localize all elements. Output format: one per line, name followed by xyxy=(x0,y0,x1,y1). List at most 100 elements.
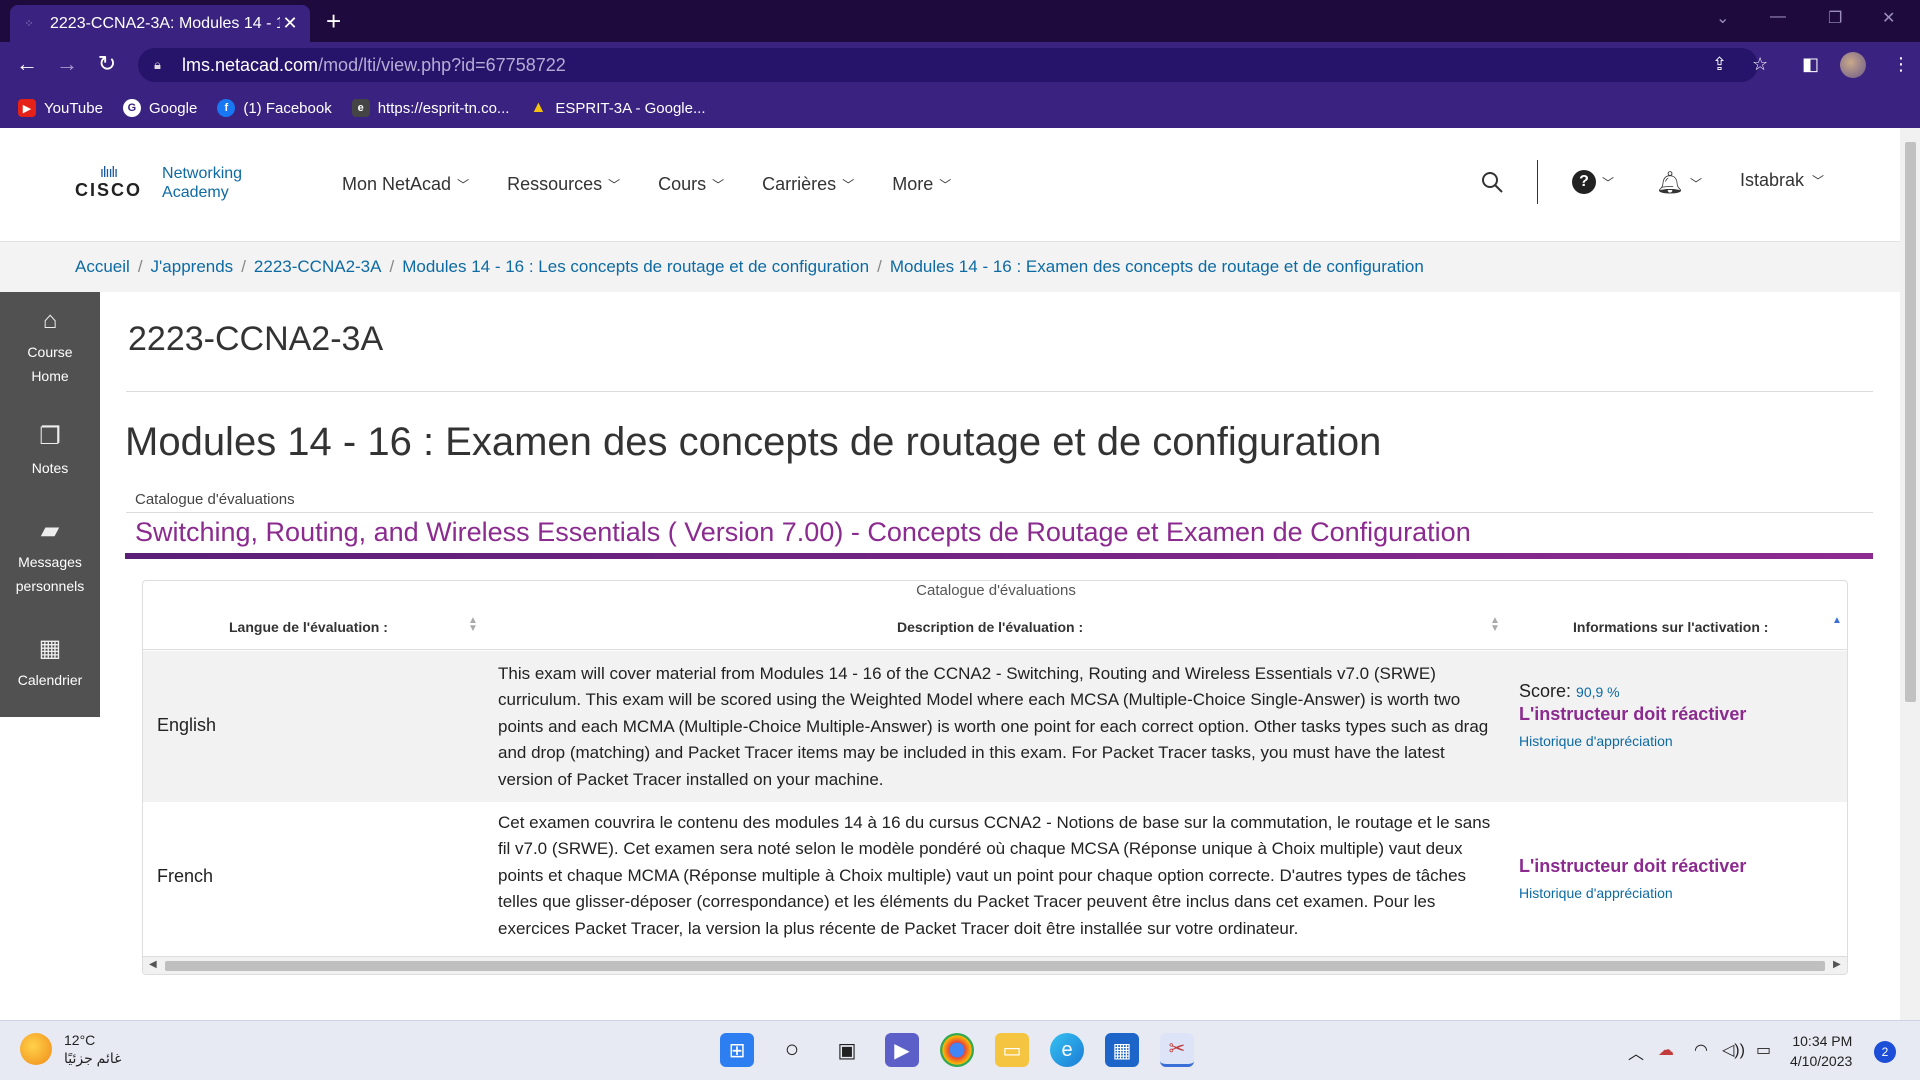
grading-history-link[interactable]: Historique d'appréciation xyxy=(1519,733,1746,749)
clock[interactable]: 10:34 PM 4/10/2023 xyxy=(1790,1031,1852,1071)
horizontal-scrollbar[interactable]: ◀ ▶ xyxy=(143,956,1847,974)
bookmarks-bar: ▶ YouTube G Google f (1) Facebook e http… xyxy=(0,88,1920,128)
tab-close-icon[interactable]: ✕ xyxy=(280,13,300,34)
divider xyxy=(126,512,1873,513)
cell-description: Cet examen couvrira le contenu des modul… xyxy=(498,813,1491,938)
bookmark-star-icon[interactable]: ☆ xyxy=(1752,54,1768,75)
nav-mon-netacad[interactable]: Mon NetAcad ﹀ xyxy=(342,174,469,195)
scrollbar-thumb[interactable] xyxy=(1905,142,1916,702)
sidebar-item-messages[interactable]: ▰ Messages personnels xyxy=(0,516,100,598)
file-explorer-icon[interactable]: ▭ xyxy=(995,1033,1029,1067)
breadcrumb-item[interactable]: J'apprends xyxy=(151,257,234,277)
scrollbar-thumb[interactable] xyxy=(165,961,1825,971)
store-icon[interactable]: ▦ xyxy=(1105,1033,1139,1067)
help-icon: ? xyxy=(1572,170,1596,194)
onedrive-icon[interactable]: ☁ xyxy=(1658,1040,1674,1060)
page-title: Modules 14 - 16 : Examen des concepts de… xyxy=(125,420,1382,464)
table-row: French Cet examen couvrira le contenu de… xyxy=(143,802,1847,954)
column-header-activation[interactable]: Informations sur l'activation : xyxy=(1573,619,1768,635)
table-row: English This exam will cover material fr… xyxy=(143,651,1847,802)
bookmark-label: Google xyxy=(148,99,198,117)
chat-icon[interactable]: ▶ xyxy=(885,1033,919,1067)
chrome-icon[interactable] xyxy=(940,1033,974,1067)
facebook-icon: f xyxy=(217,99,236,117)
volume-icon[interactable]: ◁)) xyxy=(1722,1040,1745,1060)
breadcrumb-item[interactable]: Modules 14 - 16 : Les concepts de routag… xyxy=(402,257,869,277)
notification-badge[interactable]: 2 xyxy=(1874,1041,1896,1063)
nav-ressources[interactable]: Ressources ﹀ xyxy=(507,174,620,195)
show-hidden-icons[interactable]: ︿ xyxy=(1628,1040,1644,1064)
minimize-icon[interactable]: — xyxy=(1770,8,1786,26)
notifications-menu[interactable]: 🔔︎ ﹀ xyxy=(1656,170,1702,196)
sort-icon[interactable]: ▲ ▼ xyxy=(468,616,478,634)
new-tab-icon[interactable]: + xyxy=(326,8,341,34)
bookmark-facebook[interactable]: f (1) Facebook xyxy=(217,99,332,117)
user-menu[interactable]: Istabrak ﹀ xyxy=(1740,170,1824,191)
sidebar-item-calendar[interactable]: ▦ Calendrier xyxy=(0,634,100,692)
scroll-left-icon[interactable]: ◀ xyxy=(149,959,157,970)
lock-icon: 🔒︎ xyxy=(154,57,161,72)
table-header: Langue de l'évaluation : ▲ ▼ Description … xyxy=(143,605,1847,650)
breadcrumb-separator: / xyxy=(137,257,143,276)
forward-icon[interactable]: → xyxy=(52,51,82,77)
breadcrumb-item[interactable]: 2223-CCNA2-3A xyxy=(254,257,382,277)
chevron-down-icon: ﹀ xyxy=(1812,174,1825,188)
search-icon[interactable] xyxy=(1480,170,1504,194)
breadcrumb: Accueil / J'apprends / 2223-CCNA2-3A / M… xyxy=(0,242,1900,292)
profile-avatar[interactable] xyxy=(1840,52,1866,78)
sidebar-item-notes[interactable]: ❐ Notes xyxy=(0,422,100,480)
bookmark-youtube[interactable]: ▶ YouTube xyxy=(18,99,103,117)
bookmark-esprit-drive[interactable]: ▲ ESPRIT-3A - Google... xyxy=(529,99,706,117)
tab-favicon-icon: ⁘ xyxy=(24,18,34,30)
help-menu[interactable]: ? ﹀ xyxy=(1572,170,1614,194)
sidebar-item-course-home[interactable]: ⌂ Course Home xyxy=(0,306,100,388)
chevron-down-icon: ﹀ xyxy=(1689,176,1702,191)
divider xyxy=(126,391,1873,392)
course-sidebar: ⌂ Course Home ❐ Notes ▰ Messages personn… xyxy=(0,292,100,717)
score: Score: 90,9 % xyxy=(1519,681,1746,702)
chevron-down-icon: ﹀ xyxy=(842,178,855,192)
nav-carrieres[interactable]: Carrières ﹀ xyxy=(762,174,854,195)
side-panel-icon[interactable]: ◧ xyxy=(1802,54,1819,75)
page-scrollbar[interactable] xyxy=(1900,128,1920,1020)
browser-menu-icon[interactable]: ⋮ xyxy=(1892,54,1910,75)
browser-tab[interactable]: ⁘ 2223-CCNA2-3A: Modules 14 - 1 ✕ xyxy=(10,5,310,42)
snipping-tool-icon[interactable]: ✂ xyxy=(1160,1033,1194,1067)
nav-cours[interactable]: Cours ﹀ xyxy=(658,174,724,195)
breadcrumb-item[interactable]: Modules 14 - 16 : Examen des concepts de… xyxy=(890,257,1424,277)
battery-icon[interactable]: ▭ xyxy=(1756,1040,1771,1060)
bookmark-google[interactable]: G Google xyxy=(122,99,198,117)
search-icon[interactable]: ○ xyxy=(775,1033,809,1067)
sort-icon[interactable]: ▲ ▼ xyxy=(1490,616,1500,634)
browser-toolbar: ← → ↻ 🔒︎ lms.netacad.com/mod/lti/view.ph… xyxy=(0,42,1920,88)
tab-search-icon[interactable]: ⌄ xyxy=(1716,8,1729,28)
breadcrumb-separator: / xyxy=(389,257,395,276)
restore-icon[interactable]: ❐ xyxy=(1828,8,1842,28)
scroll-right-icon[interactable]: ▶ xyxy=(1833,959,1841,970)
start-icon[interactable]: ⊞ xyxy=(720,1033,754,1067)
bookmark-esprit[interactable]: e https://esprit-tn.co... xyxy=(351,99,509,117)
wifi-icon[interactable]: ◠ xyxy=(1694,1040,1708,1060)
sort-asc-icon[interactable]: ▲ xyxy=(1832,616,1842,626)
messages-icon: ▰ xyxy=(40,517,60,544)
breadcrumb-separator: / xyxy=(241,257,246,276)
column-header-description[interactable]: Description de l'évaluation : xyxy=(897,619,1083,635)
task-view-icon[interactable]: ▣ xyxy=(830,1033,864,1067)
chevron-down-icon: ﹀ xyxy=(457,178,470,192)
time: 10:34 PM xyxy=(1792,1033,1853,1049)
reload-icon[interactable]: ↻ xyxy=(92,51,122,77)
back-icon[interactable]: ← xyxy=(12,51,42,77)
column-header-language[interactable]: Langue de l'évaluation : xyxy=(229,619,388,635)
address-bar[interactable]: 🔒︎ lms.netacad.com/mod/lti/view.php?id=6… xyxy=(138,48,1758,82)
breadcrumb-item[interactable]: Accueil xyxy=(75,257,130,277)
edge-icon[interactable]: e xyxy=(1050,1033,1084,1067)
google-drive-icon: ▲ xyxy=(530,99,547,116)
netacad-logo[interactable]: ılıılı CISCO Networking Academy xyxy=(75,164,242,202)
close-window-icon[interactable]: ✕ xyxy=(1882,8,1895,28)
chevron-down-icon: ﹀ xyxy=(608,178,621,192)
grading-history-link[interactable]: Historique d'appréciation xyxy=(1519,885,1746,901)
share-icon[interactable]: ⇪ xyxy=(1712,54,1727,75)
nav-more[interactable]: More ﹀ xyxy=(892,174,951,195)
score-value[interactable]: 90,9 % xyxy=(1576,684,1620,700)
weather-widget[interactable]: 12°C غائم جزئيًا xyxy=(20,1031,121,1067)
